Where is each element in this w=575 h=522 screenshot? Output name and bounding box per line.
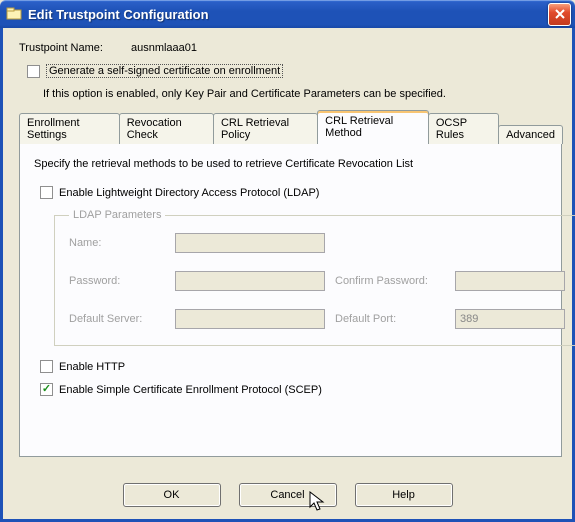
tab-strip: Enrollment Settings Revocation Check CRL… (19, 110, 562, 143)
window-title: Edit Trustpoint Configuration (28, 7, 548, 22)
enable-scep-label: Enable Simple Certificate Enrollment Pro… (59, 384, 322, 396)
enable-ldap-checkbox[interactable] (40, 186, 53, 199)
enable-http-label: Enable HTTP (59, 361, 125, 373)
tab-enrollment-settings[interactable]: Enrollment Settings (19, 113, 120, 144)
tab-advanced[interactable]: Advanced (498, 125, 563, 144)
ldap-confirm-password-label: Confirm Password: (335, 275, 445, 287)
ldap-parameters-group: LDAP Parameters Name: Password: Confirm … (54, 209, 575, 346)
app-icon (6, 6, 22, 22)
enable-http-checkbox[interactable] (40, 360, 53, 373)
ldap-name-input (175, 233, 325, 253)
close-button[interactable] (548, 3, 571, 26)
trustpoint-name-label: Trustpoint Name: (19, 42, 103, 54)
ldap-parameters-legend: LDAP Parameters (69, 209, 165, 221)
self-signed-checkbox[interactable] (27, 65, 40, 78)
dialog-button-row: OK Cancel Help (3, 483, 572, 507)
panel-description: Specify the retrieval methods to be used… (34, 158, 547, 170)
title-bar: Edit Trustpoint Configuration (0, 0, 575, 28)
enable-scep-checkbox[interactable] (40, 383, 53, 396)
cancel-button[interactable]: Cancel (239, 483, 337, 507)
help-button[interactable]: Help (355, 483, 453, 507)
ldap-password-input (175, 271, 325, 291)
self-signed-label: Generate a self-signed certificate on en… (46, 64, 283, 78)
trustpoint-name-value: ausnmlaaa01 (131, 42, 197, 54)
ldap-password-label: Password: (69, 275, 165, 287)
ok-button[interactable]: OK (123, 483, 221, 507)
self-signed-helper: If this option is enabled, only Key Pair… (43, 88, 562, 100)
ldap-default-port-input (455, 309, 565, 329)
enable-ldap-label: Enable Lightweight Directory Access Prot… (59, 187, 319, 199)
tab-crl-retrieval-method[interactable]: CRL Retrieval Method (317, 110, 429, 143)
ldap-confirm-password-input (455, 271, 565, 291)
ldap-default-server-label: Default Server: (69, 313, 165, 325)
client-area: Trustpoint Name: ausnmlaaa01 Generate a … (0, 28, 575, 522)
ldap-default-server-input (175, 309, 325, 329)
ldap-default-port-label: Default Port: (335, 313, 445, 325)
tab-crl-retrieval-policy[interactable]: CRL Retrieval Policy (213, 113, 318, 144)
tab-panel: Specify the retrieval methods to be used… (19, 143, 562, 457)
tab-ocsp-rules[interactable]: OCSP Rules (428, 113, 499, 144)
ldap-name-label: Name: (69, 237, 165, 249)
tab-revocation-check[interactable]: Revocation Check (119, 113, 214, 144)
